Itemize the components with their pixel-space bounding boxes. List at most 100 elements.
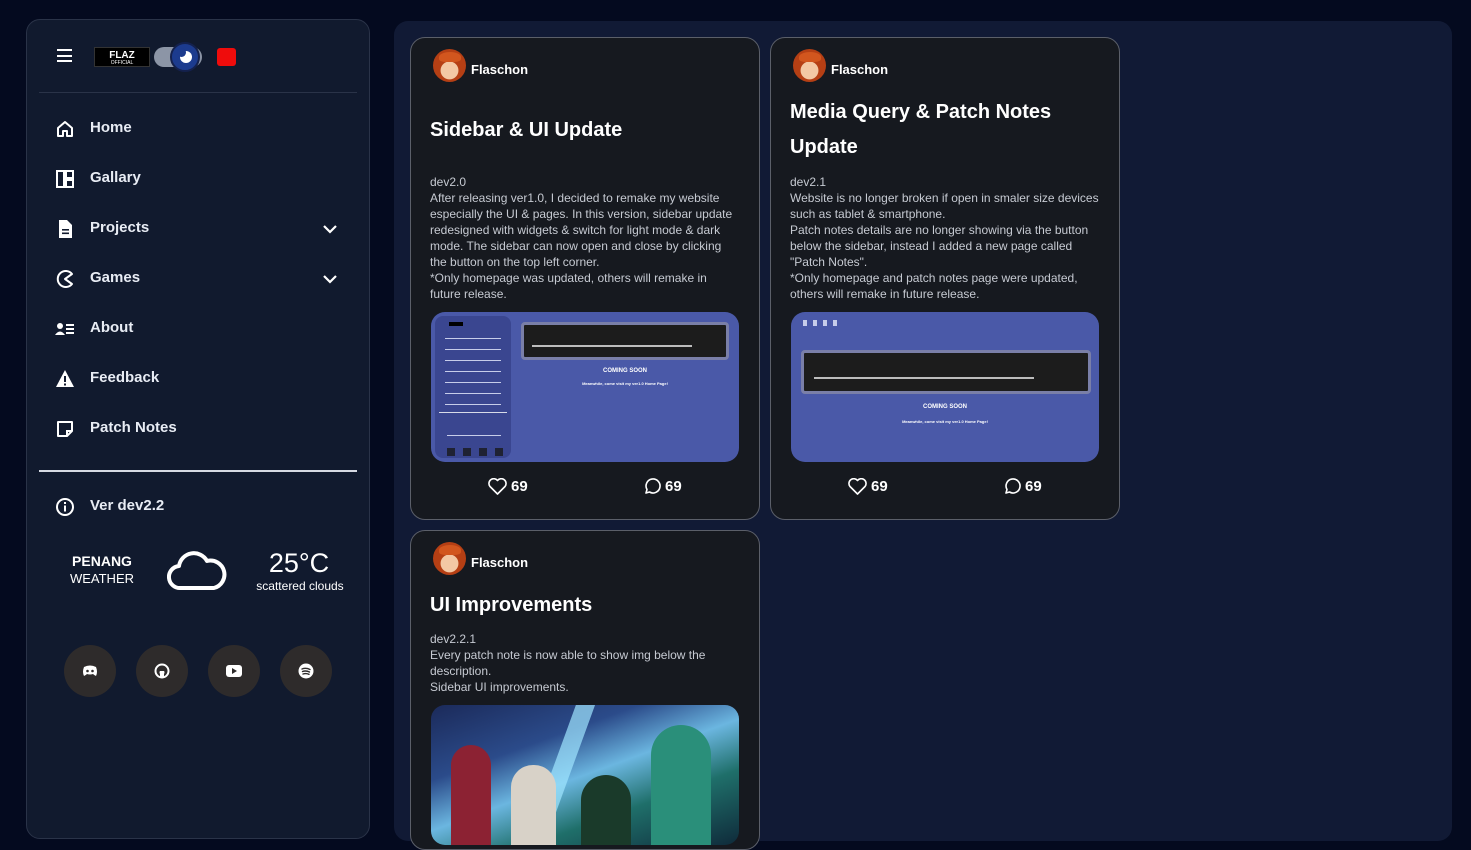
- post-line: others will remake in future release.: [790, 287, 980, 301]
- post-line: the button on the top left corner.: [430, 255, 600, 269]
- mini-message: Meanwhile, come visit my ver1.0 Home Pag…: [582, 381, 668, 386]
- post-version: dev2.0: [430, 175, 467, 189]
- sidebar-item-projects[interactable]: Projects: [27, 204, 369, 254]
- like-count: 69: [511, 478, 528, 495]
- post-line: *Only homepage and patch notes page were…: [790, 271, 1078, 285]
- warning-icon: [56, 370, 74, 387]
- patch-card[interactable]: Flaschon Media Query & Patch Notes Updat…: [770, 37, 1120, 520]
- chevron-down-icon[interactable]: [321, 270, 339, 288]
- sidebar-item-gallary[interactable]: Gallary: [27, 154, 369, 204]
- github-icon: [154, 663, 170, 679]
- info-icon: [56, 498, 74, 516]
- sidebar: FLAZ OFFICIAL Home Gallary Projects Games…: [26, 19, 370, 839]
- like-button[interactable]: 69: [848, 478, 888, 495]
- author-name: Flaschon: [831, 62, 889, 77]
- mini-code-window: [801, 350, 1091, 394]
- sidebar-item-games[interactable]: Games: [27, 254, 369, 304]
- post-line: "Patch Notes".: [790, 255, 868, 269]
- post-description: dev2.2.1 Every patch note is now able to…: [430, 631, 742, 695]
- main-content: Flaschon Sidebar & UI Update dev2.0 Afte…: [394, 21, 1452, 850]
- mini-coming-soon: COMING SOON: [602, 368, 647, 374]
- discord-button[interactable]: [64, 645, 116, 697]
- weather-temp: 25°C: [268, 548, 330, 578]
- mini-code-line: [532, 345, 692, 347]
- post-description: dev2.1 Website is no longer broken if op…: [790, 174, 1102, 302]
- comment-count: 69: [1025, 478, 1042, 495]
- post-line: mode. The sidebar can now open and close…: [430, 239, 722, 253]
- sidebar-item-feedback[interactable]: Feedback: [27, 354, 369, 404]
- image-figure: [511, 765, 556, 845]
- youtube-icon: [226, 665, 242, 677]
- mini-topbar: [803, 320, 843, 326]
- toggle-knob[interactable]: [170, 42, 200, 72]
- menu-icon[interactable]: [57, 49, 72, 62]
- post-version: dev2.1: [790, 175, 827, 189]
- post-screenshot[interactable]: COMING SOON Meanwhile, come visit my ver…: [431, 312, 739, 462]
- like-button[interactable]: 69: [488, 478, 528, 495]
- divider: [39, 470, 357, 472]
- weather-desc: scattered clouds: [256, 579, 344, 593]
- version-label: Ver dev2.2: [90, 497, 165, 514]
- home-icon: [57, 121, 73, 137]
- sidebar-item-label: Gallary: [90, 169, 141, 186]
- post-title: Sidebar & UI Update: [430, 119, 623, 141]
- divider: [39, 92, 357, 93]
- mini-code-window: [521, 322, 729, 360]
- chevron-down-icon[interactable]: [321, 220, 339, 238]
- site-logo[interactable]: FLAZ OFFICIAL: [94, 47, 150, 67]
- post-stats: 69 69: [411, 478, 759, 502]
- comment-button[interactable]: 69: [643, 478, 682, 495]
- post-line: such as tablet & smartphone.: [790, 207, 946, 221]
- sidebar-item-label: About: [90, 319, 134, 336]
- spotify-icon: [298, 663, 314, 679]
- mini-divider: [439, 412, 507, 413]
- mini-logo: [449, 322, 463, 326]
- post-image[interactable]: [431, 705, 739, 845]
- image-figure: [451, 745, 491, 845]
- post-version: dev2.2.1: [430, 632, 477, 646]
- patch-card[interactable]: Flaschon Sidebar & UI Update dev2.0 Afte…: [410, 37, 760, 520]
- comment-count: 69: [665, 478, 682, 495]
- heart-icon: [488, 478, 507, 495]
- discord-icon: [83, 665, 97, 676]
- post-title: UI Improvements: [430, 594, 593, 616]
- post-line: below the sidebar, instead I added a new…: [790, 239, 1073, 253]
- document-icon: [59, 220, 72, 238]
- sidebar-item-about[interactable]: About: [27, 304, 369, 354]
- theme-toggle[interactable]: [154, 42, 202, 72]
- mini-message: Meanwhile, come visit my ver1.0 Home Pag…: [902, 419, 988, 424]
- sidebar-nav: Home Gallary Projects Games About Feedba…: [27, 104, 369, 454]
- image-figure: [581, 775, 631, 845]
- post-line: especially the UI & pages. In this versi…: [430, 207, 733, 221]
- youtube-button[interactable]: [208, 645, 260, 697]
- weather-widget: PENANG WEATHER 25°C scattered clouds: [27, 540, 369, 610]
- post-line: redesigned with widgets & switch for lig…: [430, 223, 721, 237]
- post-line: Website is no longer broken if open in s…: [790, 191, 1099, 205]
- social-links: [64, 645, 344, 697]
- comment-button[interactable]: 69: [1003, 478, 1042, 495]
- mini-code-line: [814, 377, 1034, 379]
- comment-icon: [645, 478, 661, 494]
- post-screenshot[interactable]: COMING SOON Meanwhile, come visit my ver…: [791, 312, 1099, 462]
- gallery-icon: [56, 170, 74, 188]
- sidebar-header: FLAZ OFFICIAL: [27, 20, 369, 92]
- sidebar-item-patch-notes[interactable]: Patch Notes: [27, 404, 369, 454]
- post-stats: 69 69: [771, 478, 1119, 502]
- mini-nav-lines: [445, 338, 501, 408]
- red-square[interactable]: [217, 48, 236, 66]
- comment-icon: [1005, 478, 1021, 494]
- weather-location: PENANG WEATHER: [69, 553, 135, 586]
- github-button[interactable]: [136, 645, 188, 697]
- post-line: After releasing ver1.0, I decided to rem…: [430, 191, 720, 205]
- sidebar-item-label: Feedback: [90, 369, 160, 386]
- author-name: Flaschon: [471, 62, 529, 77]
- mini-coming-soon: COMING SOON: [922, 404, 967, 410]
- spotify-button[interactable]: [280, 645, 332, 697]
- patch-card[interactable]: Flaschon UI Improvements dev2.2.1 Every …: [410, 530, 760, 850]
- sidebar-item-home[interactable]: Home: [27, 104, 369, 154]
- post-line: Every patch note is now able to show img…: [430, 648, 706, 662]
- mini-weather: [447, 426, 501, 436]
- post-line: future release.: [430, 287, 507, 301]
- post-line: Sidebar UI improvements.: [430, 680, 569, 694]
- post-line: Patch notes details are no longer showin…: [790, 223, 1089, 237]
